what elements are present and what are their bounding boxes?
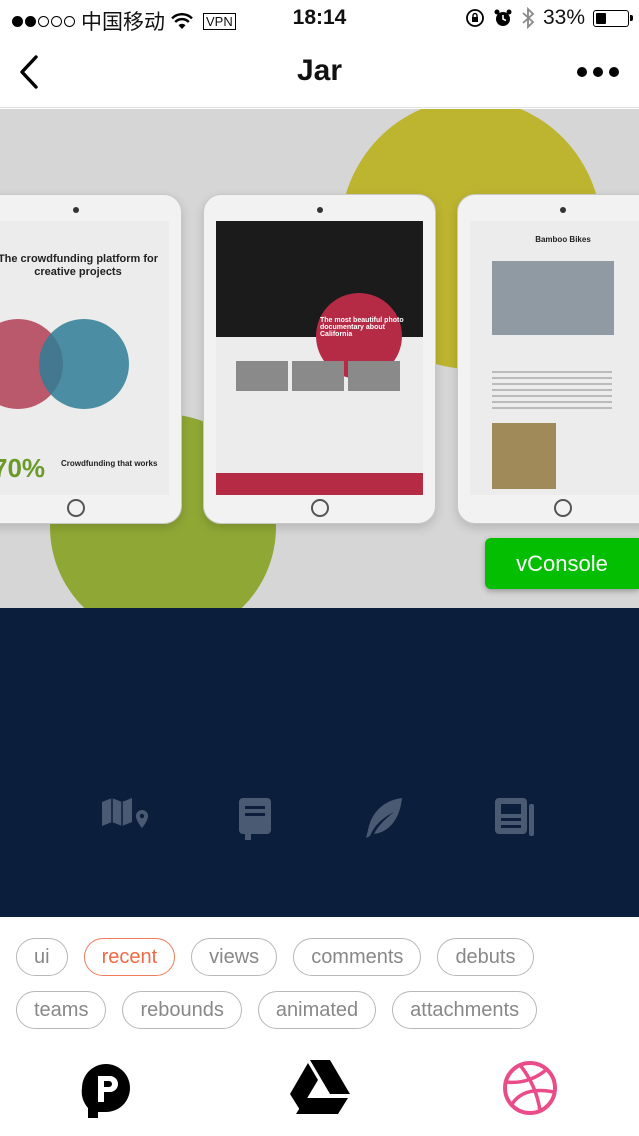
category-panel [0, 608, 639, 917]
battery-percent: 33% [542, 6, 585, 29]
tablet-screen: The most beautiful photo documentary abo… [216, 221, 423, 495]
tag-attachments[interactable]: attachments [392, 991, 538, 1029]
tag-comments[interactable]: comments [293, 938, 422, 976]
alarm-icon [494, 9, 512, 26]
hero-banner[interactable]: The crowdfunding platform for creative p… [0, 109, 639, 608]
map-marker-icon[interactable] [100, 793, 150, 843]
tag-row: ui recent views comments debuts [16, 938, 626, 976]
book-icon[interactable] [230, 793, 280, 843]
battery-icon [593, 9, 633, 27]
dribbble-tab[interactable] [500, 1058, 560, 1118]
tablet-screen: The crowdfunding platform for creative p… [0, 221, 169, 495]
more-button[interactable] [577, 60, 621, 84]
tag-teams[interactable]: teams [16, 991, 107, 1029]
bottom-tab-bar [0, 1052, 639, 1122]
slide-percent: 70% [0, 453, 46, 483]
status-bar: 中国移动 VPN 18:14 33% [0, 0, 639, 36]
slide-subtitle: Crowdfunding that works [61, 459, 158, 468]
tag-debuts[interactable]: debuts [437, 938, 534, 976]
google-drive-icon [290, 1060, 350, 1114]
tablet-mockup: The most beautiful photo documentary abo… [203, 194, 436, 524]
tablet-screen: Bamboo Bikes [470, 221, 639, 495]
tag-recent[interactable]: recent [83, 938, 176, 976]
slide-title: Bamboo Bikes [535, 235, 591, 244]
nav-bar: Jar [0, 36, 639, 108]
rotation-lock-icon [466, 9, 484, 27]
newspaper-icon[interactable] [489, 793, 539, 843]
tag-ui[interactable]: ui [16, 938, 68, 976]
dribbble-icon [503, 1061, 557, 1115]
tag-rebounds[interactable]: rebounds [122, 991, 242, 1029]
tag-views[interactable]: views [191, 938, 278, 976]
producthunt-icon [81, 1064, 130, 1118]
bluetooth-icon [522, 7, 535, 29]
producthunt-tab[interactable] [78, 1058, 138, 1118]
tag-filter: ui recent views comments debuts teams re… [16, 938, 626, 1044]
slide-title: The most beautiful photo documentary abo… [320, 317, 404, 338]
tablet-mockup: The crowdfunding platform for creative p… [0, 194, 182, 524]
vconsole-button[interactable]: vConsole [485, 538, 639, 589]
category-icons [0, 793, 639, 843]
tag-animated[interactable]: animated [257, 991, 377, 1029]
status-right: 33% [465, 6, 633, 30]
more-dots-icon [577, 67, 587, 77]
google-drive-tab[interactable] [290, 1058, 350, 1118]
slide-title: The crowdfunding platform for creative p… [0, 253, 159, 278]
tablet-mockup: Bamboo Bikes [457, 194, 639, 524]
page-title: Jar [296, 54, 343, 87]
tag-row: teams rebounds animated attachments [16, 991, 626, 1029]
feather-icon[interactable] [359, 793, 409, 843]
